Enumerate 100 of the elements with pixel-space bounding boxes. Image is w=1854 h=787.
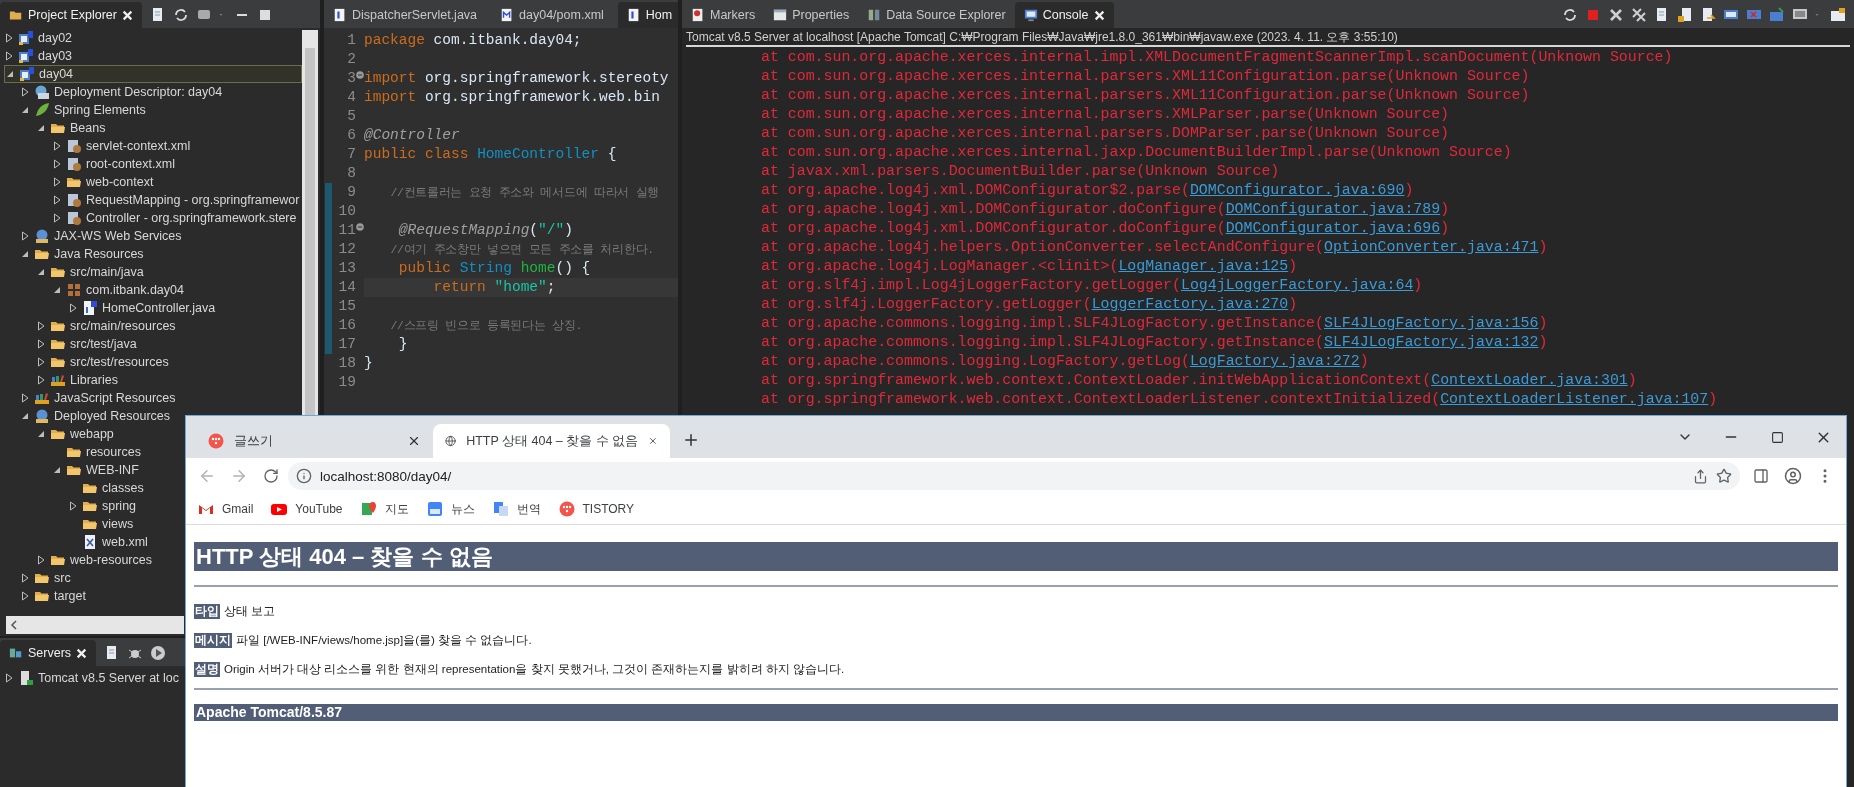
fold-icon[interactable] — [356, 71, 364, 79]
bookmark[interactable]: 지도 — [360, 500, 409, 518]
link[interactable]: SLF4JLogFactory.java:132 — [1323, 334, 1539, 350]
expander-icon[interactable] — [52, 195, 62, 205]
tree-item[interactable]: src/test/java — [36, 335, 141, 353]
editor-tab[interactable]: day04/pom.xml — [491, 2, 618, 28]
tree-item[interactable]: src/test/resources — [36, 353, 173, 371]
expander-icon[interactable] — [5, 69, 15, 79]
lock-icon[interactable] — [1677, 7, 1693, 23]
view-tab[interactable]: Data Source Explorer — [858, 2, 1015, 28]
expander-icon[interactable] — [20, 231, 30, 241]
tree-item[interactable]: root-context.xml — [52, 155, 179, 173]
tree-item[interactable]: JavaScript Resources — [20, 389, 180, 407]
tree-item[interactable]: classes — [68, 479, 148, 497]
tree-item[interactable]: resources — [52, 443, 145, 461]
editor-tab[interactable]: Hom — [617, 2, 678, 28]
scroll-bar[interactable] — [302, 30, 318, 415]
side-panel-icon[interactable] — [1753, 468, 1769, 484]
tree-item[interactable]: day02 — [4, 29, 77, 47]
tree-item[interactable]: day03 — [4, 47, 77, 65]
tree-item[interactable]: WEB-INF — [52, 461, 143, 479]
tree-item[interactable]: target — [20, 587, 90, 605]
tree-item[interactable]: Deployed Resources — [20, 407, 175, 425]
link[interactable]: DOMConfigurator.java:696 — [1225, 220, 1441, 236]
expander-icon[interactable] — [52, 141, 62, 151]
expander-icon[interactable] — [4, 51, 14, 61]
view-tab[interactable]: Servers — [0, 640, 97, 666]
share-icon[interactable] — [1693, 468, 1708, 484]
tree-item[interactable]: servlet-context.xml — [52, 137, 195, 155]
link[interactable]: OptionConverter.java:471 — [1323, 239, 1539, 255]
tree-item[interactable]: Beans — [36, 119, 110, 137]
link[interactable]: LogFactory.java:272 — [1189, 353, 1360, 369]
expander-icon[interactable] — [36, 339, 46, 349]
view-tab[interactable]: Project Explorer — [0, 2, 142, 28]
bookmark[interactable]: Gmail — [198, 501, 254, 517]
tree-item[interactable]: Tomcat v8.5 Server at loc — [4, 669, 184, 687]
maximize-icon[interactable] — [1770, 430, 1784, 444]
browser-tab[interactable]: HTTP 상태 404 – 찾을 수 없음 — [433, 424, 670, 458]
tree-item[interactable]: webapp — [36, 425, 118, 443]
link[interactable]: ContextLoaderListener.java:107 — [1440, 391, 1709, 407]
close-icon[interactable] — [1608, 7, 1624, 23]
bookmark[interactable]: TISTORY — [558, 501, 635, 517]
close-icon[interactable] — [407, 434, 421, 448]
star-icon[interactable] — [1716, 468, 1732, 484]
editor-tab[interactable]: DispatcherServlet.java — [324, 2, 492, 28]
plus-icon[interactable] — [682, 431, 700, 449]
play-icon[interactable] — [150, 645, 167, 661]
tree-item[interactable]: JAX-WS Web Services — [20, 227, 186, 245]
expander-icon[interactable] — [36, 123, 46, 133]
info-icon[interactable] — [296, 468, 312, 484]
link[interactable]: LoggerFactory.java:270 — [1091, 296, 1289, 312]
expander-icon[interactable] — [20, 411, 30, 421]
tree-item[interactable]: src — [20, 569, 75, 587]
link[interactable]: SLF4JLogFactory.java:156 — [1323, 315, 1539, 331]
expander-icon[interactable] — [52, 465, 62, 475]
document-icon[interactable] — [1700, 7, 1716, 23]
tree-item[interactable]: HomeController.java — [68, 299, 220, 317]
view-tab[interactable]: Properties — [764, 2, 859, 28]
tree-item[interactable]: day04 — [4, 65, 302, 83]
tree-item[interactable]: RequestMapping - org.springframewor — [52, 191, 302, 209]
expander-icon[interactable] — [20, 393, 30, 403]
browser-tab[interactable]: 글쓰기 — [196, 424, 433, 458]
expander-icon[interactable] — [68, 501, 78, 511]
tree-item[interactable]: src/main/java — [36, 263, 148, 281]
expander-icon[interactable] — [52, 177, 62, 187]
expander-icon[interactable] — [36, 357, 46, 367]
link[interactable]: Log4jLoggerFactory.java:64 — [1181, 277, 1414, 293]
tree-item[interactable]: Libraries — [36, 371, 122, 389]
scroll-bar[interactable] — [6, 616, 184, 634]
folder-icon[interactable] — [1830, 7, 1846, 23]
expander-icon[interactable] — [4, 673, 14, 683]
tree-item[interactable]: src/main/resources — [36, 317, 180, 335]
bookmark[interactable]: 번역 — [492, 500, 541, 518]
tree-item[interactable]: web-context — [52, 173, 158, 191]
address-field[interactable]: localhost:8080/day04/ — [288, 462, 1740, 490]
tree-item[interactable]: spring — [68, 497, 141, 515]
tree-item[interactable]: web.xml — [68, 533, 152, 551]
expander-icon[interactable] — [20, 105, 30, 115]
tree-item[interactable]: Java Resources — [20, 245, 148, 263]
fold-icon[interactable] — [356, 223, 364, 231]
link[interactable]: DOMConfigurator.java:789 — [1225, 201, 1441, 217]
bookmark[interactable]: YouTube — [271, 501, 343, 517]
expander-icon[interactable] — [20, 573, 30, 583]
expander-icon[interactable] — [4, 33, 14, 43]
expander-icon[interactable] — [36, 267, 46, 277]
expander-icon[interactable] — [20, 87, 30, 97]
expander-icon[interactable] — [68, 303, 78, 313]
expander-icon[interactable] — [36, 555, 46, 565]
tree-item[interactable]: views — [68, 515, 138, 533]
expander-icon[interactable] — [36, 321, 46, 331]
close-all-icon[interactable] — [1631, 7, 1647, 23]
link[interactable]: ContextLoader.java:301 — [1431, 372, 1628, 388]
view-tab[interactable]: Markers — [682, 2, 765, 28]
bookmark[interactable]: 뉴스 — [426, 500, 475, 518]
link[interactable]: DOMConfigurator.java:690 — [1189, 182, 1405, 198]
expander-icon[interactable] — [36, 375, 46, 385]
expander-icon[interactable] — [20, 591, 30, 601]
tree-item[interactable]: com.itbank.day04 — [52, 281, 188, 299]
tree-item[interactable]: Controller - org.springframework.stere — [52, 209, 301, 227]
tree-item[interactable]: Deployment Descriptor: day04 — [20, 83, 227, 101]
